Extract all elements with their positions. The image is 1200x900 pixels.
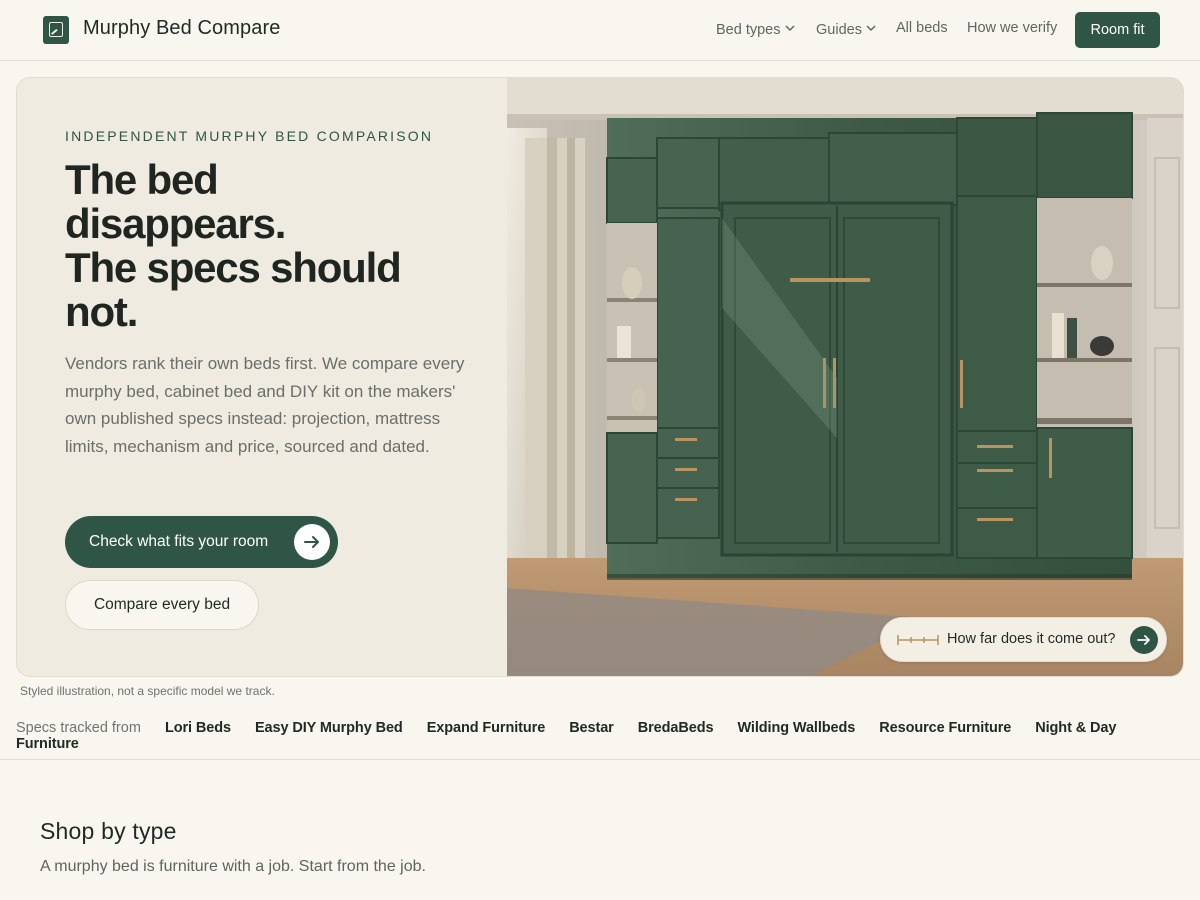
check-room-fit-button[interactable]: Check what fits your room bbox=[65, 516, 338, 568]
hero-eyebrow: INDEPENDENT MURPHY BED COMPARISON bbox=[65, 128, 434, 144]
room-fit-button[interactable]: Room fit bbox=[1075, 12, 1160, 48]
site-header: Murphy Bed Compare Bed types Guides All … bbox=[0, 0, 1200, 61]
nav-bed-types-label: Bed types bbox=[716, 22, 781, 38]
illustration-caption: Styled illustration, not a specific mode… bbox=[20, 684, 275, 698]
compare-every-bed-button[interactable]: Compare every bed bbox=[65, 580, 259, 630]
hero-lede: Vendors rank their own beds first. We co… bbox=[65, 354, 465, 456]
headline-line: not. bbox=[65, 288, 138, 335]
nav-guides[interactable]: Guides bbox=[816, 20, 876, 38]
chevron-down-icon bbox=[784, 20, 795, 36]
check-room-fit-label: Check what fits your room bbox=[89, 533, 269, 550]
nav-bed-types[interactable]: Bed types bbox=[716, 20, 795, 38]
brand-name[interactable]: Murphy Bed Compare bbox=[83, 17, 280, 40]
hero-headline: The bed disappears. The specs should not… bbox=[65, 158, 465, 334]
brands-strip: Specs tracked from Lori Beds Easy DIY Mu… bbox=[16, 720, 1200, 752]
section-subtitle: A murphy bed is furniture with a job. St… bbox=[40, 858, 426, 875]
brand-link[interactable]: Wilding Wallbeds bbox=[737, 720, 855, 736]
ruler-icon bbox=[897, 633, 939, 652]
bed-frame-icon[interactable] bbox=[43, 16, 69, 44]
nav-how-we-verify[interactable]: How we verify bbox=[967, 20, 1057, 36]
projection-pill-label: How far does it come out? bbox=[947, 631, 1116, 647]
nav-all-beds[interactable]: All beds bbox=[896, 20, 948, 36]
headline-line: disappears. bbox=[65, 200, 286, 247]
hero-section: INDEPENDENT MURPHY BED COMPARISON The be… bbox=[16, 77, 1184, 677]
nav-guides-label: Guides bbox=[816, 22, 862, 38]
brand-link[interactable]: Bestar bbox=[569, 720, 614, 736]
headline-line: The specs should bbox=[65, 244, 402, 291]
brand-link[interactable]: Easy DIY Murphy Bed bbox=[255, 720, 403, 736]
brand-link[interactable]: Resource Furniture bbox=[879, 720, 1011, 736]
brand-link[interactable]: Lori Beds bbox=[165, 720, 231, 736]
arrow-right-icon bbox=[294, 524, 330, 560]
brand-link[interactable]: BredaBeds bbox=[638, 720, 714, 736]
projection-pill-button[interactable]: How far does it come out? bbox=[880, 617, 1167, 662]
arrow-right-icon bbox=[1130, 626, 1158, 654]
hero-illustration bbox=[507, 78, 1183, 676]
chevron-down-icon bbox=[866, 20, 876, 36]
section-divider bbox=[0, 759, 1200, 760]
brands-lead: Specs tracked from bbox=[16, 720, 141, 736]
section-title: Shop by type bbox=[40, 818, 177, 844]
brand-link[interactable]: Expand Furniture bbox=[427, 720, 546, 736]
hero-copy: INDEPENDENT MURPHY BED COMPARISON The be… bbox=[17, 78, 507, 676]
headline-line: The bed bbox=[65, 156, 219, 203]
